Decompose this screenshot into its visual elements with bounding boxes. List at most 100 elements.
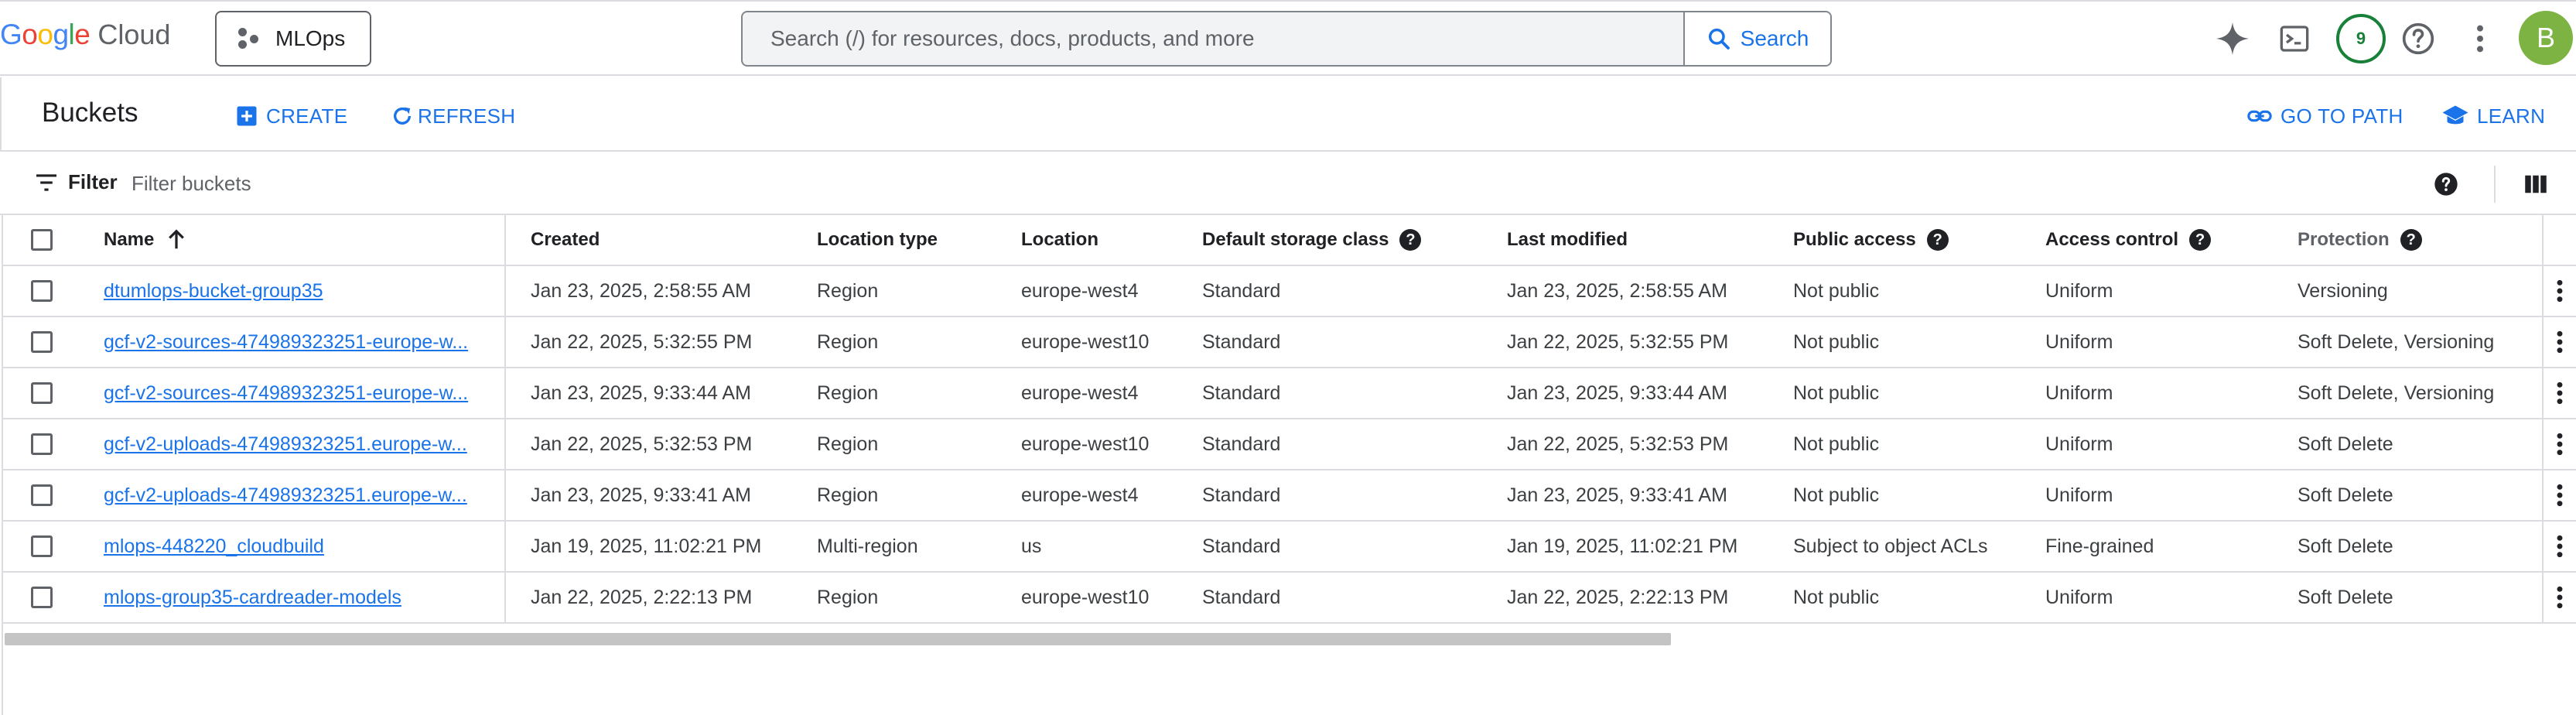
storage-class-help-icon[interactable]: ? — [1399, 229, 1422, 251]
bucket-name[interactable]: mlops-group35-cardreader-models — [104, 587, 401, 609]
row-actions-button[interactable] — [2556, 470, 2564, 520]
bucket-name-link[interactable]: mlops-448220_cloudbuild — [104, 522, 324, 571]
header-name-label: Name — [104, 229, 155, 250]
search-button[interactable]: Search — [1683, 12, 1830, 65]
header-protection[interactable]: Protection ? — [2298, 215, 2422, 265]
public-access-cell: Not public — [1793, 484, 1880, 506]
more-options-button[interactable] — [2458, 17, 2502, 60]
row-checkbox[interactable] — [31, 535, 53, 557]
bucket-name-link[interactable]: gcf-v2-uploads-474989323251.europe-w... — [104, 419, 467, 469]
row-checkbox-cell — [31, 266, 53, 316]
row-actions-button[interactable] — [2556, 368, 2564, 418]
protection-help-icon[interactable]: ? — [2400, 229, 2422, 251]
bucket-name-link[interactable]: mlops-group35-cardreader-models — [104, 573, 401, 622]
header-location[interactable]: Location — [1021, 215, 1098, 265]
menu-column-divider — [2542, 266, 2544, 316]
bucket-name[interactable]: gcf-v2-sources-474989323251-europe-w... — [104, 331, 468, 354]
access-control-help-icon[interactable]: ? — [2189, 229, 2212, 251]
learn-button[interactable]: LEARN — [2441, 101, 2545, 132]
notifications-badge[interactable]: 9 — [2336, 14, 2386, 63]
create-label: CREATE — [266, 104, 348, 128]
table-header-row: Name Created Location type Location Defa… — [3, 215, 2576, 266]
row-actions-button[interactable] — [2556, 522, 2564, 571]
account-avatar[interactable]: B — [2519, 11, 2573, 65]
filter-icon — [36, 173, 56, 191]
project-name: MLOps — [275, 26, 346, 50]
table-row: gcf-v2-uploads-474989323251.europe-w... … — [3, 419, 2576, 470]
header-name[interactable]: Name — [104, 215, 188, 265]
location-type-cell: Region — [817, 586, 879, 608]
row-checkbox[interactable] — [31, 587, 53, 608]
header-protection-label: Protection — [2298, 229, 2390, 250]
name-column-divider — [504, 368, 506, 418]
filter-help-button[interactable] — [2424, 162, 2468, 206]
header-storage-class[interactable]: Default storage class ? — [1202, 215, 1422, 265]
google-cloud-logo[interactable]: Google Cloud — [0, 19, 170, 57]
row-actions-button[interactable] — [2556, 266, 2564, 316]
header-location-type[interactable]: Location type — [817, 215, 938, 265]
avatar-initial: B — [2536, 22, 2555, 53]
bucket-name-link[interactable]: gcf-v2-sources-474989323251-europe-w... — [104, 317, 468, 367]
row-checkbox[interactable] — [31, 382, 53, 404]
name-column-divider — [504, 266, 506, 316]
row-checkbox[interactable] — [31, 433, 53, 455]
name-column-divider — [504, 419, 506, 469]
filter-label: Filter — [68, 170, 118, 193]
bucket-name[interactable]: gcf-v2-uploads-474989323251.europe-w... — [104, 484, 467, 507]
select-all-checkbox[interactable] — [31, 229, 53, 251]
header-storage-class-label: Default storage class — [1202, 229, 1389, 250]
buckets-table: Name Created Location type Location Defa… — [3, 215, 2576, 624]
public-access-cell: Not public — [1793, 433, 1880, 455]
column-display-button[interactable] — [2514, 162, 2557, 206]
bucket-name[interactable]: gcf-v2-sources-474989323251-europe-w... — [104, 382, 468, 405]
bucket-name[interactable]: dtumlops-bucket-group35 — [104, 280, 323, 303]
bucket-name-link[interactable]: dtumlops-bucket-group35 — [104, 266, 323, 316]
header-last-modified[interactable]: Last modified — [1507, 215, 1628, 265]
select-all-cell — [31, 215, 53, 265]
last-modified-cell: Jan 22, 2025, 2:22:13 PM — [1507, 586, 1729, 608]
filter-buckets-input[interactable] — [132, 167, 1060, 200]
name-column-divider — [504, 470, 506, 520]
go-to-path-label: GO TO PATH — [2280, 104, 2403, 128]
refresh-button[interactable]: REFRESH — [390, 101, 515, 132]
refresh-label: REFRESH — [418, 104, 516, 128]
help-button[interactable] — [2397, 17, 2440, 60]
project-picker-button[interactable]: MLOps — [215, 11, 371, 67]
location-cell: europe-west10 — [1021, 586, 1150, 608]
bucket-name[interactable]: mlops-448220_cloudbuild — [104, 535, 324, 558]
filter-button[interactable]: Filter — [34, 170, 118, 194]
row-checkbox[interactable] — [31, 484, 53, 506]
row-checkbox[interactable] — [31, 331, 53, 353]
header-public-access[interactable]: Public access ? — [1793, 215, 1949, 265]
go-to-path-button[interactable]: GO TO PATH — [2246, 101, 2403, 132]
row-actions-button[interactable] — [2556, 419, 2564, 469]
learn-label: LEARN — [2477, 104, 2546, 128]
header-access-control[interactable]: Access control ? — [2045, 215, 2212, 265]
protection-cell: Soft Delete, Versioning — [2298, 381, 2495, 404]
cloud-shell-button[interactable] — [2273, 17, 2316, 60]
create-button[interactable]: CREATE — [235, 101, 347, 132]
horizontal-scrollbar[interactable] — [5, 633, 1671, 645]
bucket-name-link[interactable]: gcf-v2-uploads-474989323251.europe-w... — [104, 470, 467, 520]
protection-cell: Soft Delete — [2298, 586, 2393, 608]
row-checkbox[interactable] — [31, 280, 53, 302]
location-cell: europe-west10 — [1021, 433, 1150, 455]
name-column-divider — [504, 573, 506, 622]
table-row: gcf-v2-sources-474989323251-europe-w... … — [3, 317, 2576, 368]
search-input[interactable] — [743, 12, 1683, 65]
more-vert-icon — [2557, 433, 2563, 456]
storage-class-cell: Standard — [1202, 381, 1281, 404]
public-access-help-icon[interactable]: ? — [1926, 229, 1949, 251]
table-row: gcf-v2-uploads-474989323251.europe-w... … — [3, 470, 2576, 522]
gemini-sparkle-button[interactable] — [2211, 17, 2254, 60]
last-modified-cell: Jan 22, 2025, 5:32:53 PM — [1507, 433, 1729, 455]
header-created[interactable]: Created — [531, 215, 600, 265]
bucket-name[interactable]: gcf-v2-uploads-474989323251.europe-w... — [104, 433, 467, 456]
row-actions-button[interactable] — [2556, 573, 2564, 622]
access-control-cell: Uniform — [2045, 279, 2113, 302]
public-access-cell: Not public — [1793, 330, 1880, 353]
global-search[interactable]: Search — [741, 11, 1832, 67]
bucket-name-link[interactable]: gcf-v2-sources-474989323251-europe-w... — [104, 368, 468, 418]
public-access-cell: Subject to object ACLs — [1793, 535, 1988, 557]
row-actions-button[interactable] — [2556, 317, 2564, 367]
